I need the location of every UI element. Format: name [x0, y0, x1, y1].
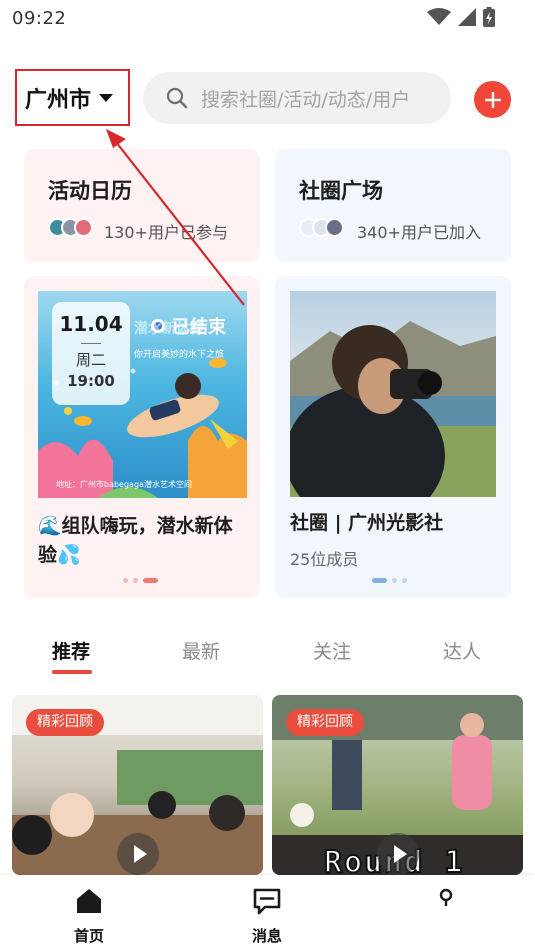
- circle-members: 25位成员: [290, 550, 359, 569]
- featured-circle-card[interactable]: 社圈 | 广州光影社 25位成员: [275, 276, 511, 598]
- carousel-indicator: [372, 578, 407, 583]
- battery-icon: [483, 7, 495, 27]
- nav-location[interactable]: [416, 887, 476, 921]
- status-bar: 09:22: [0, 0, 535, 36]
- city-selector[interactable]: 广州市: [15, 69, 130, 126]
- caret-down-icon: [99, 93, 114, 102]
- activity-time: 19:00: [67, 372, 115, 390]
- nav-home[interactable]: 首页: [59, 887, 119, 946]
- photographer-illustration: [290, 321, 496, 497]
- date-divider: [81, 343, 101, 344]
- avatar: [325, 218, 344, 237]
- circle-plaza-title: 社圈广场: [299, 179, 383, 203]
- activity-date: 11.04: [59, 312, 123, 336]
- add-button[interactable]: [474, 81, 511, 118]
- activity-poster: 11.04 周二 19:00 已结束 潜水新体验 你开启美妙的水下之旅 地址：广…: [38, 291, 247, 498]
- play-triangle-icon: [133, 845, 147, 863]
- date-badge: 11.04 周二 19:00: [52, 302, 130, 405]
- circle-plaza-subtitle: 340+用户已加入: [357, 223, 481, 242]
- message-icon: [253, 888, 281, 915]
- circle-title: 社圈 | 广州光影社: [290, 512, 444, 534]
- featured-activity-card[interactable]: 11.04 周二 19:00 已结束 潜水新体验 你开启美妙的水下之旅 地址：广…: [24, 276, 260, 598]
- bottom-nav: 首页 消息: [0, 875, 535, 951]
- carousel-dot: [133, 578, 138, 583]
- signal-icon: [458, 8, 476, 26]
- carousel-dot-active: [143, 578, 158, 583]
- avatar: [74, 218, 93, 237]
- location-icon: [439, 888, 453, 906]
- tab-experts[interactable]: 达人: [443, 637, 481, 664]
- nav-home-label: 首页: [73, 927, 104, 945]
- poster-tagline: 你开启美妙的水下之旅: [134, 350, 225, 360]
- play-triangle-icon: [393, 845, 407, 863]
- feed-tabs: 推荐 最新 关注 达人: [0, 622, 535, 678]
- play-icon[interactable]: [376, 833, 419, 875]
- status-icons: [427, 7, 495, 27]
- carousel-indicator: [123, 578, 158, 583]
- home-icon: [77, 889, 101, 913]
- poster-headline: 潜水新体验: [134, 321, 204, 337]
- wifi-icon: [427, 8, 451, 25]
- activity-weekday: 周二: [75, 351, 106, 369]
- member-avatars: [299, 218, 344, 237]
- tab-following[interactable]: 关注: [313, 637, 351, 664]
- carousel-dot: [392, 578, 397, 583]
- circle-photo: [290, 291, 496, 497]
- highlight-badge: 精彩回顾: [286, 709, 364, 736]
- city-name: 广州市: [25, 87, 92, 113]
- activity-calendar-title: 活动日历: [48, 179, 132, 203]
- feed-item[interactable]: Round 1 精彩回顾: [272, 695, 523, 875]
- tab-recommended[interactable]: 推荐: [52, 637, 90, 664]
- carousel-dot: [402, 578, 407, 583]
- tab-latest[interactable]: 最新: [182, 637, 220, 664]
- carousel-dot: [123, 578, 128, 583]
- nav-messages-label: 消息: [251, 927, 282, 945]
- circle-plaza-card[interactable]: 社圈广场 340+用户已加入: [275, 149, 511, 262]
- participant-avatars: [48, 218, 93, 237]
- search-input[interactable]: 搜索社圈/活动/动态/用户: [143, 72, 451, 124]
- plus-icon: [484, 91, 501, 108]
- active-tab-indicator: [52, 670, 92, 674]
- play-icon[interactable]: [116, 833, 159, 875]
- highlight-badge: 精彩回顾: [26, 709, 104, 736]
- activity-calendar-subtitle: 130+用户已参与: [104, 223, 228, 242]
- activity-title: 🌊组队嗨玩，潜水新体验💦: [38, 515, 233, 566]
- search-icon: [166, 87, 188, 109]
- top-bar: 广州市 搜索社圈/活动/动态/用户: [0, 68, 535, 128]
- poster-address: 地址：广州市babegaga潜水艺术空间: [56, 480, 192, 489]
- status-time: 09:22: [12, 8, 67, 29]
- activity-calendar-card[interactable]: 活动日历 130+用户已参与: [24, 149, 260, 262]
- feed-item[interactable]: 精彩回顾: [12, 695, 263, 875]
- nav-messages[interactable]: 消息: [237, 887, 297, 946]
- search-placeholder: 搜索社圈/活动/动态/用户: [201, 88, 411, 111]
- carousel-dot-active: [372, 578, 387, 583]
